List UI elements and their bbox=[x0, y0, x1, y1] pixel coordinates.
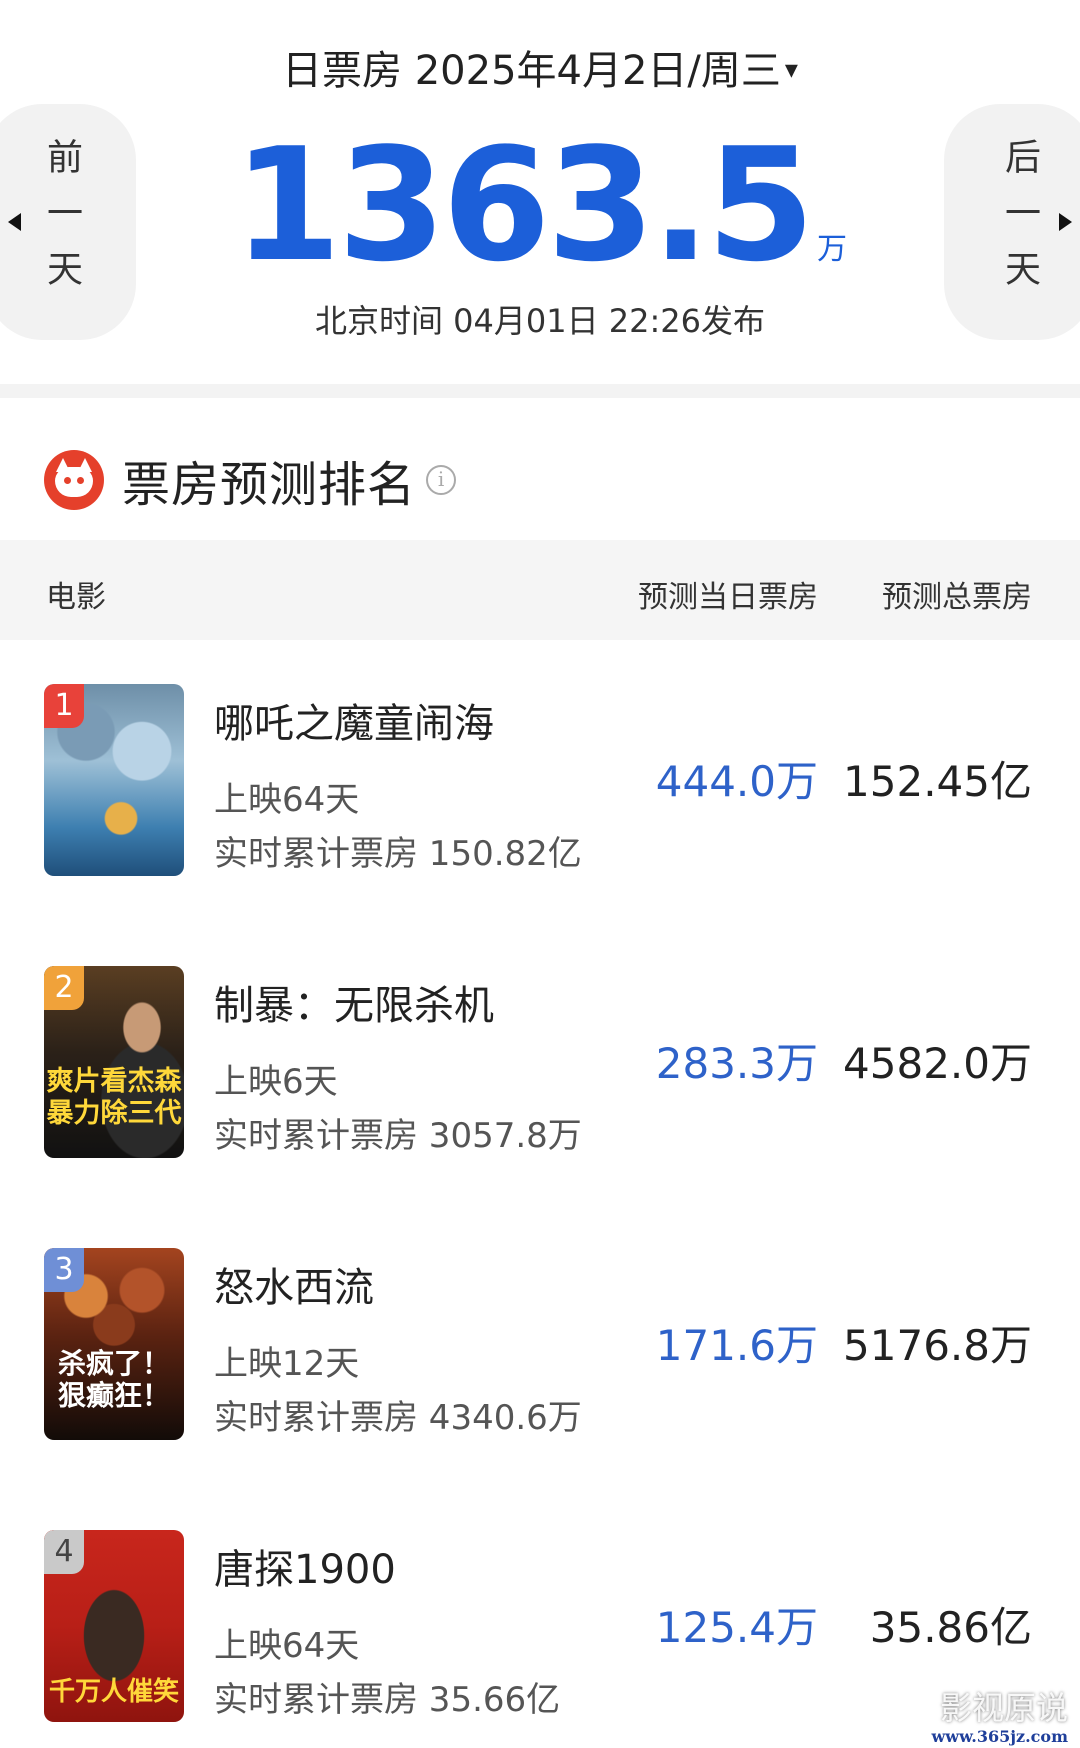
date-label: 日票房 2025年4月2日/周三 bbox=[282, 48, 781, 94]
publish-time: 北京时间 04月01日 22:26发布 bbox=[314, 302, 765, 340]
forecast-day-gross: 444.0万 bbox=[655, 757, 818, 806]
days-in-release: 上映6天 bbox=[214, 1062, 338, 1102]
days-in-release: 上映64天 bbox=[214, 1626, 360, 1666]
movie-row[interactable]: 爽片看杰森 暴力除三代 2 制暴：无限杀机 上映6天 实时累计票房 3057.8… bbox=[0, 966, 1080, 1248]
forecast-day-gross: 283.3万 bbox=[655, 1039, 818, 1088]
movie-title: 制暴：无限杀机 bbox=[214, 983, 494, 1029]
cumulative-gross: 实时累计票房 3057.8万 bbox=[214, 1116, 582, 1156]
section-header: 票房预测排名 i bbox=[44, 448, 457, 513]
rank-badge: 2 bbox=[44, 966, 84, 1010]
watermark-line2: www.365jz.com bbox=[931, 1727, 1068, 1746]
info-icon[interactable]: i bbox=[426, 465, 457, 495]
section-title: 票房预测排名 bbox=[122, 457, 417, 513]
total-unit: 万 bbox=[817, 232, 847, 267]
total-value: 1363.5 bbox=[233, 114, 815, 296]
watermark-line1: 影视原说 bbox=[939, 1689, 1068, 1727]
col-total-forecast: 预测总票房 bbox=[882, 580, 1032, 615]
rank-badge: 3 bbox=[44, 1248, 84, 1292]
section-divider bbox=[0, 384, 1080, 398]
rank-badge: 1 bbox=[44, 684, 84, 728]
forecast-day-gross: 125.4万 bbox=[655, 1603, 818, 1652]
rank-badge: 4 bbox=[44, 1530, 84, 1574]
forecast-total-gross: 5176.8万 bbox=[843, 1321, 1032, 1370]
dropdown-arrow-icon: ▾ bbox=[784, 55, 798, 85]
watermark: 影视原说 www.365jz.com bbox=[932, 1688, 1068, 1746]
movie-poster: 千万人催笑 4 bbox=[44, 1530, 184, 1722]
days-in-release: 上映64天 bbox=[214, 780, 360, 820]
movie-title: 唐探1900 bbox=[214, 1547, 396, 1593]
poster-caption: 杀疯了！ 狠癫狂！ bbox=[57, 1347, 170, 1412]
movie-poster: 爽片看杰森 暴力除三代 2 bbox=[44, 966, 184, 1158]
movie-row[interactable]: 千万人催笑 4 唐探1900 上映64天 实时累计票房 35.66亿 125.4… bbox=[0, 1530, 1080, 1748]
table-header: 电影 预测当日票房 预测总票房 bbox=[0, 540, 1080, 640]
movie-row[interactable]: 1 哪吒之魔童闹海 上映64天 实时累计票房 150.82亿 444.0万 15… bbox=[0, 684, 1080, 966]
days-in-release: 上映12天 bbox=[214, 1344, 360, 1384]
forecast-day-gross: 171.6万 bbox=[655, 1321, 818, 1370]
forecast-total-gross: 152.45亿 bbox=[843, 757, 1032, 806]
col-day-forecast: 预测当日票房 bbox=[638, 580, 818, 615]
poster-caption: 爽片看杰森 暴力除三代 bbox=[46, 1066, 182, 1129]
maoyan-cat-logo-icon bbox=[44, 450, 104, 510]
forecast-total-gross: 35.86亿 bbox=[869, 1603, 1032, 1652]
date-selector[interactable]: 日票房 2025年4月2日/周三 ▾ bbox=[0, 40, 1080, 101]
movie-title: 怒水西流 bbox=[214, 1265, 374, 1311]
movie-title: 哪吒之魔童闹海 bbox=[214, 701, 494, 747]
cumulative-gross: 实时累计票房 150.82亿 bbox=[214, 834, 582, 874]
cumulative-gross: 实时累计票房 4340.6万 bbox=[214, 1398, 582, 1438]
col-movie: 电影 bbox=[46, 580, 106, 615]
forecast-total-gross: 4582.0万 bbox=[843, 1039, 1032, 1088]
poster-caption: 千万人催笑 bbox=[48, 1677, 179, 1707]
movie-row[interactable]: 杀疯了！ 狠癫狂！ 3 怒水西流 上映12天 实时累计票房 4340.6万 17… bbox=[0, 1248, 1080, 1530]
movie-poster: 杀疯了！ 狠癫狂！ 3 bbox=[44, 1248, 184, 1440]
box-office-page: 日票房 2025年4月2日/周三 ▾ 前一天 后一天 1363.5 万 北京时间 0… bbox=[0, 0, 1080, 1748]
movie-poster: 1 bbox=[44, 684, 184, 876]
cumulative-gross: 实时累计票房 35.66亿 bbox=[214, 1680, 561, 1720]
